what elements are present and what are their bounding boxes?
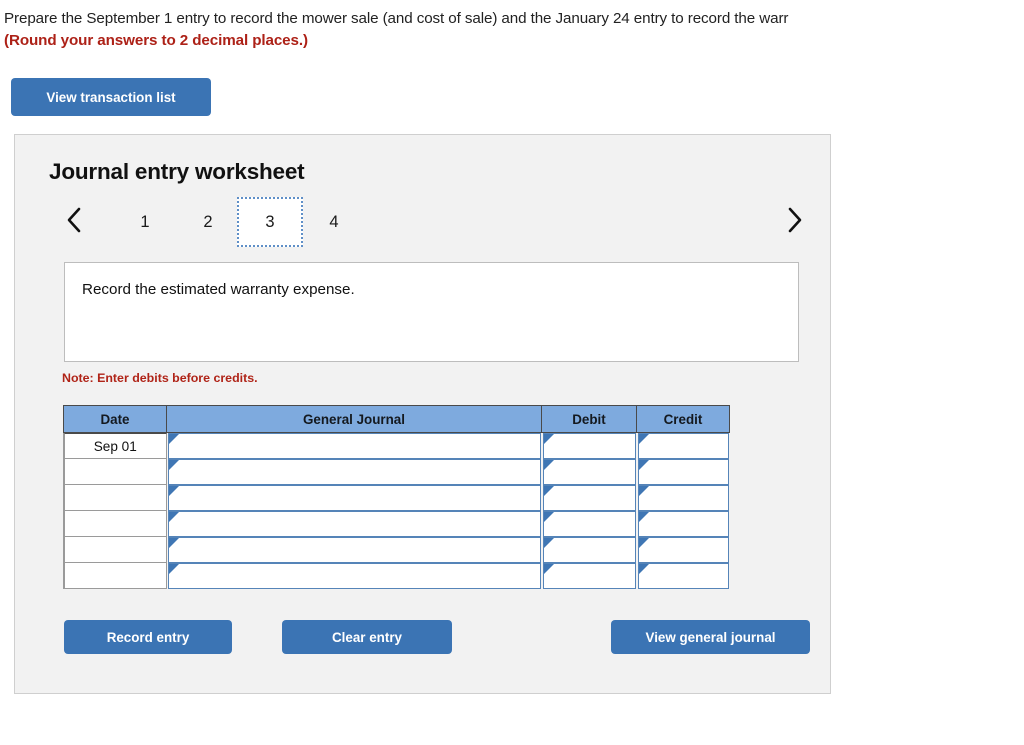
general-journal-input-row-5[interactable] — [167, 537, 541, 563]
chevron-right-icon — [786, 207, 803, 233]
date-cell — [63, 537, 167, 563]
general-journal-cell — [166, 485, 542, 511]
table-row: Sep 01 — [63, 432, 730, 459]
table-row — [63, 485, 730, 511]
date-cell — [63, 459, 167, 485]
worksheet-tab-4-label: 4 — [329, 212, 339, 231]
date-input-row-3[interactable] — [64, 485, 167, 511]
worksheet-tab-2-label: 2 — [203, 212, 213, 231]
prompt-rounding-note: (Round your answers to 2 decimal places.… — [4, 32, 308, 49]
table-row — [63, 459, 730, 485]
debit-cell — [541, 511, 637, 537]
general-journal-input-row-4[interactable] — [167, 511, 541, 537]
debit-cell — [541, 432, 637, 459]
date-input-row-5[interactable] — [64, 537, 167, 563]
debits-before-credits-note: Note: Enter debits before credits. — [62, 371, 258, 385]
credit-cell — [636, 459, 730, 485]
question-prompt: Prepare the September 1 entry to record … — [0, 0, 1024, 51]
view-transaction-list-container: View transaction list — [11, 78, 1024, 116]
general-journal-input-row-1[interactable] — [167, 433, 541, 459]
worksheet-tab-3[interactable]: 3 — [237, 197, 303, 247]
debit-input-row-4[interactable] — [542, 511, 636, 537]
entry-instruction-box: Record the estimated warranty expense. — [64, 262, 799, 362]
debit-input-row-1[interactable] — [542, 433, 636, 459]
table-row — [63, 511, 730, 537]
worksheet-title: Journal entry worksheet — [49, 159, 305, 184]
worksheet-tab-1-label: 1 — [140, 212, 150, 231]
view-general-journal-button[interactable]: View general journal — [611, 620, 810, 654]
debit-cell — [541, 563, 637, 589]
credit-cell — [636, 511, 730, 537]
credit-cell — [636, 537, 730, 563]
general-journal-cell — [166, 432, 542, 459]
debit-cell — [541, 537, 637, 563]
journal-entry-worksheet-panel: Journal entry worksheet 1 2 3 4 Record t… — [14, 134, 831, 694]
table-row — [63, 537, 730, 563]
record-entry-button[interactable]: Record entry — [64, 620, 232, 654]
previous-entry-button[interactable] — [57, 197, 91, 243]
journal-entry-table: Date General Journal Debit Credit Sep 01 — [63, 405, 730, 589]
date-input-row-4[interactable] — [64, 511, 167, 537]
credit-input-row-3[interactable] — [637, 485, 729, 511]
credit-cell — [636, 432, 730, 459]
general-journal-cell — [166, 459, 542, 485]
general-journal-cell — [166, 563, 542, 589]
column-header-credit: Credit — [636, 405, 730, 433]
general-journal-input-row-2[interactable] — [167, 459, 541, 485]
view-transaction-list-button[interactable]: View transaction list — [11, 78, 211, 116]
clear-entry-button[interactable]: Clear entry — [282, 620, 452, 654]
credit-input-row-2[interactable] — [637, 459, 729, 485]
journal-table-header-row: Date General Journal Debit Credit — [63, 405, 730, 433]
debit-input-row-5[interactable] — [542, 537, 636, 563]
date-input-row-6[interactable] — [64, 563, 167, 589]
credit-cell — [636, 563, 730, 589]
date-cell: Sep 01 — [63, 432, 167, 459]
general-journal-input-row-3[interactable] — [167, 485, 541, 511]
column-header-date: Date — [63, 405, 167, 433]
credit-input-row-4[interactable] — [637, 511, 729, 537]
general-journal-cell — [166, 511, 542, 537]
worksheet-tab-3-label: 3 — [265, 212, 275, 231]
column-header-debit: Debit — [541, 405, 637, 433]
credit-input-row-6[interactable] — [637, 563, 729, 589]
debit-input-row-6[interactable] — [542, 563, 636, 589]
general-journal-cell — [166, 537, 542, 563]
debit-cell — [541, 485, 637, 511]
debit-cell — [541, 459, 637, 485]
credit-cell — [636, 485, 730, 511]
table-row — [63, 563, 730, 589]
worksheet-tab-4[interactable]: 4 — [301, 197, 367, 247]
credit-input-row-1[interactable] — [637, 433, 729, 459]
date-input-row-2[interactable] — [64, 459, 167, 485]
general-journal-input-row-6[interactable] — [167, 563, 541, 589]
date-cell — [63, 511, 167, 537]
debit-input-row-3[interactable] — [542, 485, 636, 511]
date-cell — [63, 563, 167, 589]
date-input-row-1[interactable]: Sep 01 — [64, 433, 167, 459]
worksheet-tab-1[interactable]: 1 — [112, 197, 178, 247]
credit-input-row-5[interactable] — [637, 537, 729, 563]
journal-table-head: Date General Journal Debit Credit — [63, 405, 730, 433]
debit-input-row-2[interactable] — [542, 459, 636, 485]
journal-table-body: Sep 01 — [63, 432, 730, 589]
worksheet-tab-strip: 1 2 3 4 — [15, 197, 830, 247]
column-header-general-journal: General Journal — [166, 405, 542, 433]
next-entry-button[interactable] — [777, 197, 811, 243]
date-cell — [63, 485, 167, 511]
worksheet-tab-2[interactable]: 2 — [175, 197, 241, 247]
prompt-instruction-text: Prepare the September 1 entry to record … — [4, 10, 789, 27]
chevron-left-icon — [66, 207, 83, 233]
entry-instruction-text: Record the estimated warranty expense. — [82, 281, 355, 298]
